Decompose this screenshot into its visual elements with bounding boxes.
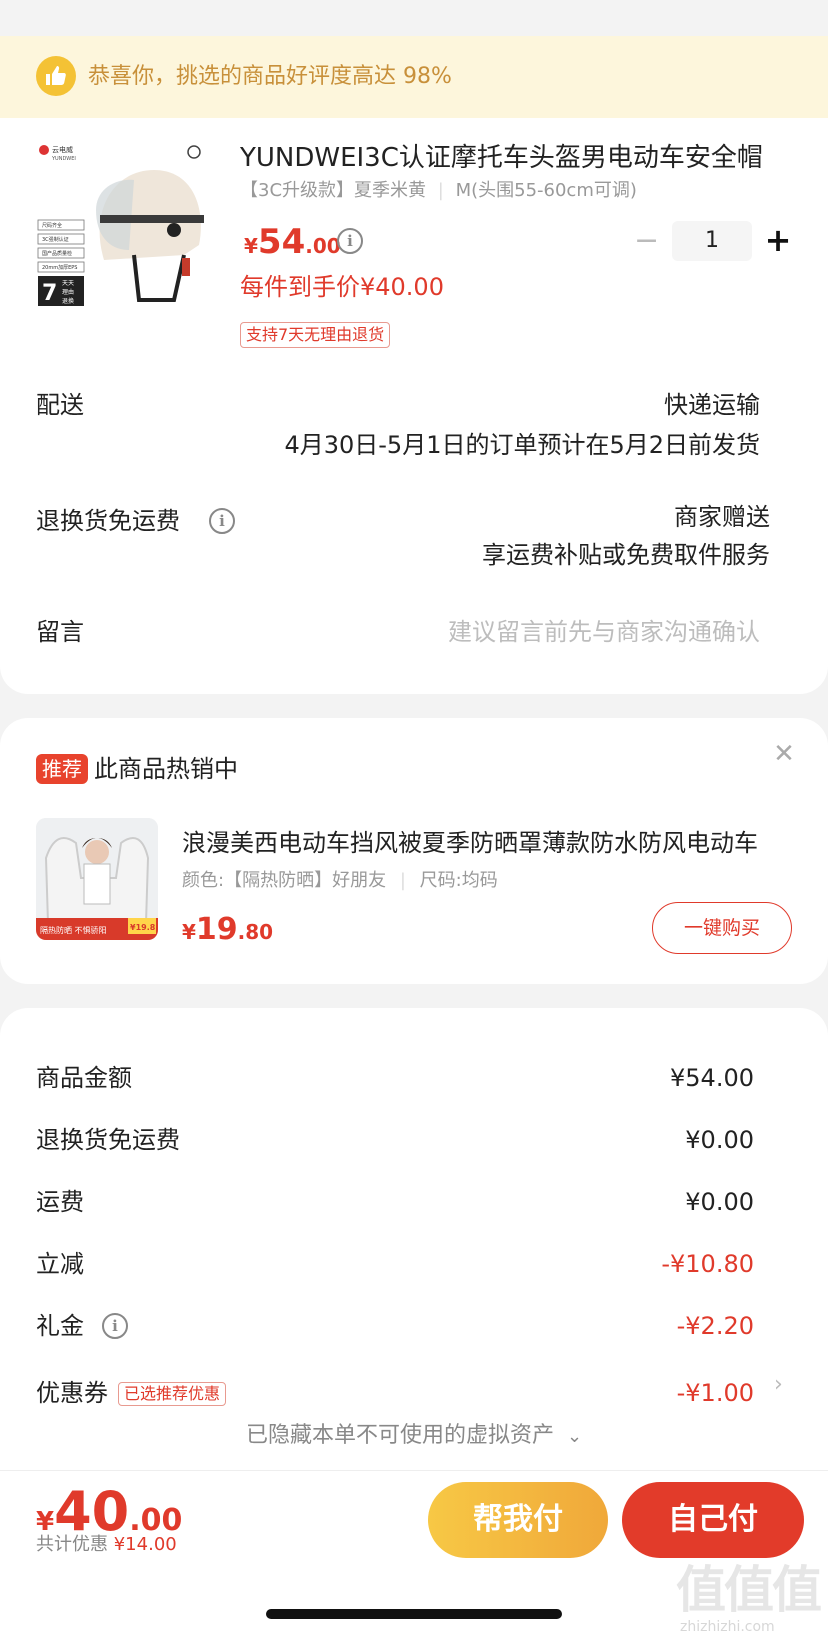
- help-me-pay-button[interactable]: 帮我付: [428, 1482, 608, 1558]
- recommend-item-name[interactable]: 浪漫美西电动车挡风被夏季防晒罩薄款防水防风电动车: [182, 826, 792, 860]
- recommend-title: 此商品热销中: [94, 755, 238, 783]
- product-spec-size: M(头围55-60cm可调): [455, 180, 637, 201]
- quantity-decrease-button[interactable]: −: [634, 225, 659, 257]
- quantity-increase-button[interactable]: +: [762, 222, 794, 258]
- image-brand-en-text: YUNDWEI: [51, 156, 76, 162]
- banner-text: 恭喜你，挑选的商品好评度高达 98%: [88, 64, 452, 89]
- status-bar-area: [0, 0, 828, 36]
- summary-row-goods: 商品金额 ¥54.00: [36, 1060, 754, 1096]
- image-days-number: 7: [42, 281, 57, 306]
- image-label-3: 国产品质量检: [42, 250, 72, 257]
- total-discount: 共计优惠 ¥14.00: [36, 1532, 177, 1558]
- summary-label: 礼金: [36, 1312, 84, 1340]
- hidden-assets-toggle[interactable]: 已隐藏本单不可使用的虚拟资产 ⌄: [0, 1420, 828, 1453]
- summary-row-return-shipping: 退换货免运费 ¥0.00: [36, 1122, 754, 1158]
- quantity-input[interactable]: 1: [672, 221, 752, 261]
- return-shipping-label: 退换货免运费: [36, 507, 180, 535]
- rec-image-price: ¥19.8: [130, 923, 156, 932]
- spec-divider: |: [437, 180, 444, 201]
- price-symbol: ¥: [244, 234, 258, 258]
- recommend-item-spec: 颜色:【隔热防晒】好朋友 | 尺码:均码: [182, 868, 498, 894]
- summary-value: -¥10.80: [661, 1250, 754, 1278]
- return-shipping-value: 商家赠送: [674, 503, 770, 531]
- coupon-label-group: 优惠券 已选推荐优惠: [36, 1375, 227, 1411]
- summary-value: -¥2.20: [676, 1312, 754, 1340]
- product-image[interactable]: 云电威 YUNDWEI 尺码齐全 3C强制认证 国产品质量检 20mm加厚EPS…: [34, 140, 214, 320]
- summary-label: 退换货免运费: [36, 1126, 180, 1154]
- price-decimal: .00: [305, 234, 341, 258]
- image-days-text-2: 理由: [62, 288, 74, 296]
- summary-label: 运费: [36, 1188, 84, 1216]
- summary-label: 优惠券: [36, 1379, 108, 1407]
- recommend-item-image[interactable]: 隔热防晒 不惧骄阳 ¥19.8: [36, 818, 158, 940]
- product-title[interactable]: YUNDWEI3C认证摩托车头盔男电动车安全帽: [240, 140, 780, 176]
- rec-image-caption: 隔热防晒 不惧骄阳: [40, 925, 107, 935]
- summary-row-coupon[interactable]: 优惠券 已选推荐优惠 -¥1.00: [36, 1375, 754, 1411]
- total-discount-label: 共计优惠: [36, 1534, 108, 1555]
- image-days-text-1: 天天: [62, 280, 74, 287]
- image-brand-text: 云电威: [52, 145, 73, 154]
- image-label-2: 3C强制认证: [42, 236, 69, 243]
- close-icon[interactable]: ✕: [770, 740, 798, 768]
- chevron-down-icon: ⌄: [566, 1426, 583, 1447]
- recommend-spec-color: 颜色:【隔热防晒】好朋友: [182, 870, 387, 891]
- gift-money-info-icon[interactable]: i: [102, 1313, 128, 1339]
- summary-row-shipping: 运费 ¥0.00: [36, 1184, 754, 1220]
- recommend-badge: 推荐: [36, 754, 88, 784]
- summary-label: 商品金额: [36, 1064, 132, 1092]
- per-item-price: 每件到手价¥40.00: [240, 273, 444, 301]
- delivery-label: 配送: [36, 391, 84, 419]
- rec-price-decimal: .80: [237, 920, 274, 944]
- spec-divider: |: [399, 870, 406, 891]
- chevron-right-icon[interactable]: ›: [774, 1370, 783, 1400]
- product-spec[interactable]: 【3C升级款】夏季米黄 | M(头围55-60cm可调): [240, 178, 637, 204]
- watermark-site: zhizhizhi.com: [680, 1619, 775, 1635]
- home-indicator[interactable]: [266, 1609, 562, 1619]
- summary-value: ¥0.00: [685, 1126, 754, 1154]
- summary-row-gift-money: 礼金 -¥2.20: [36, 1308, 754, 1344]
- delivery-method[interactable]: 快递运输: [664, 388, 760, 422]
- image-label-4: 20mm加厚EPS: [42, 264, 77, 271]
- return-shipping-desc: 享运费补贴或免费取件服务: [482, 541, 770, 569]
- price-info-icon[interactable]: i: [337, 228, 363, 254]
- summary-row-instant-discount: 立减 -¥10.80: [36, 1246, 754, 1282]
- summary-value: ¥54.00: [670, 1064, 754, 1092]
- product-price: ¥54.00: [244, 222, 341, 262]
- hidden-assets-text: 已隐藏本单不可使用的虚拟资产: [245, 1423, 554, 1448]
- total-discount-value: ¥14.00: [113, 1534, 177, 1555]
- message-label: 留言: [36, 618, 84, 646]
- return-shipping-info-icon[interactable]: i: [209, 508, 235, 534]
- recommend-item-price: ¥19.80: [182, 912, 273, 947]
- recommend-spec-size: 尺码:均码: [419, 870, 498, 891]
- coupon-selected-tag: 已选推荐优惠: [118, 1382, 227, 1406]
- rec-price-symbol: ¥: [182, 920, 196, 944]
- image-days-text-3: 退换: [62, 297, 74, 305]
- return-policy-tag: 支持7天无理由退货: [240, 322, 391, 348]
- summary-value: -¥1.00: [676, 1379, 754, 1407]
- product-spec-color: 【3C升级款】夏季米黄: [240, 180, 427, 201]
- thumbs-up-icon: [36, 56, 76, 96]
- pay-myself-button[interactable]: 自己付: [622, 1482, 804, 1558]
- one-click-buy-button[interactable]: 一键购买: [652, 902, 792, 954]
- summary-label: 立减: [36, 1250, 84, 1278]
- delivery-estimate: 4月30日-5月1日的订单预计在5月2日前发货: [284, 431, 760, 459]
- rec-price-integer: 19: [195, 912, 238, 947]
- summary-value: ¥0.00: [685, 1188, 754, 1216]
- price-integer: 54: [257, 222, 306, 262]
- message-input[interactable]: 建议留言前先与商家沟通确认: [448, 615, 760, 649]
- image-label-1: 尺码齐全: [42, 222, 62, 229]
